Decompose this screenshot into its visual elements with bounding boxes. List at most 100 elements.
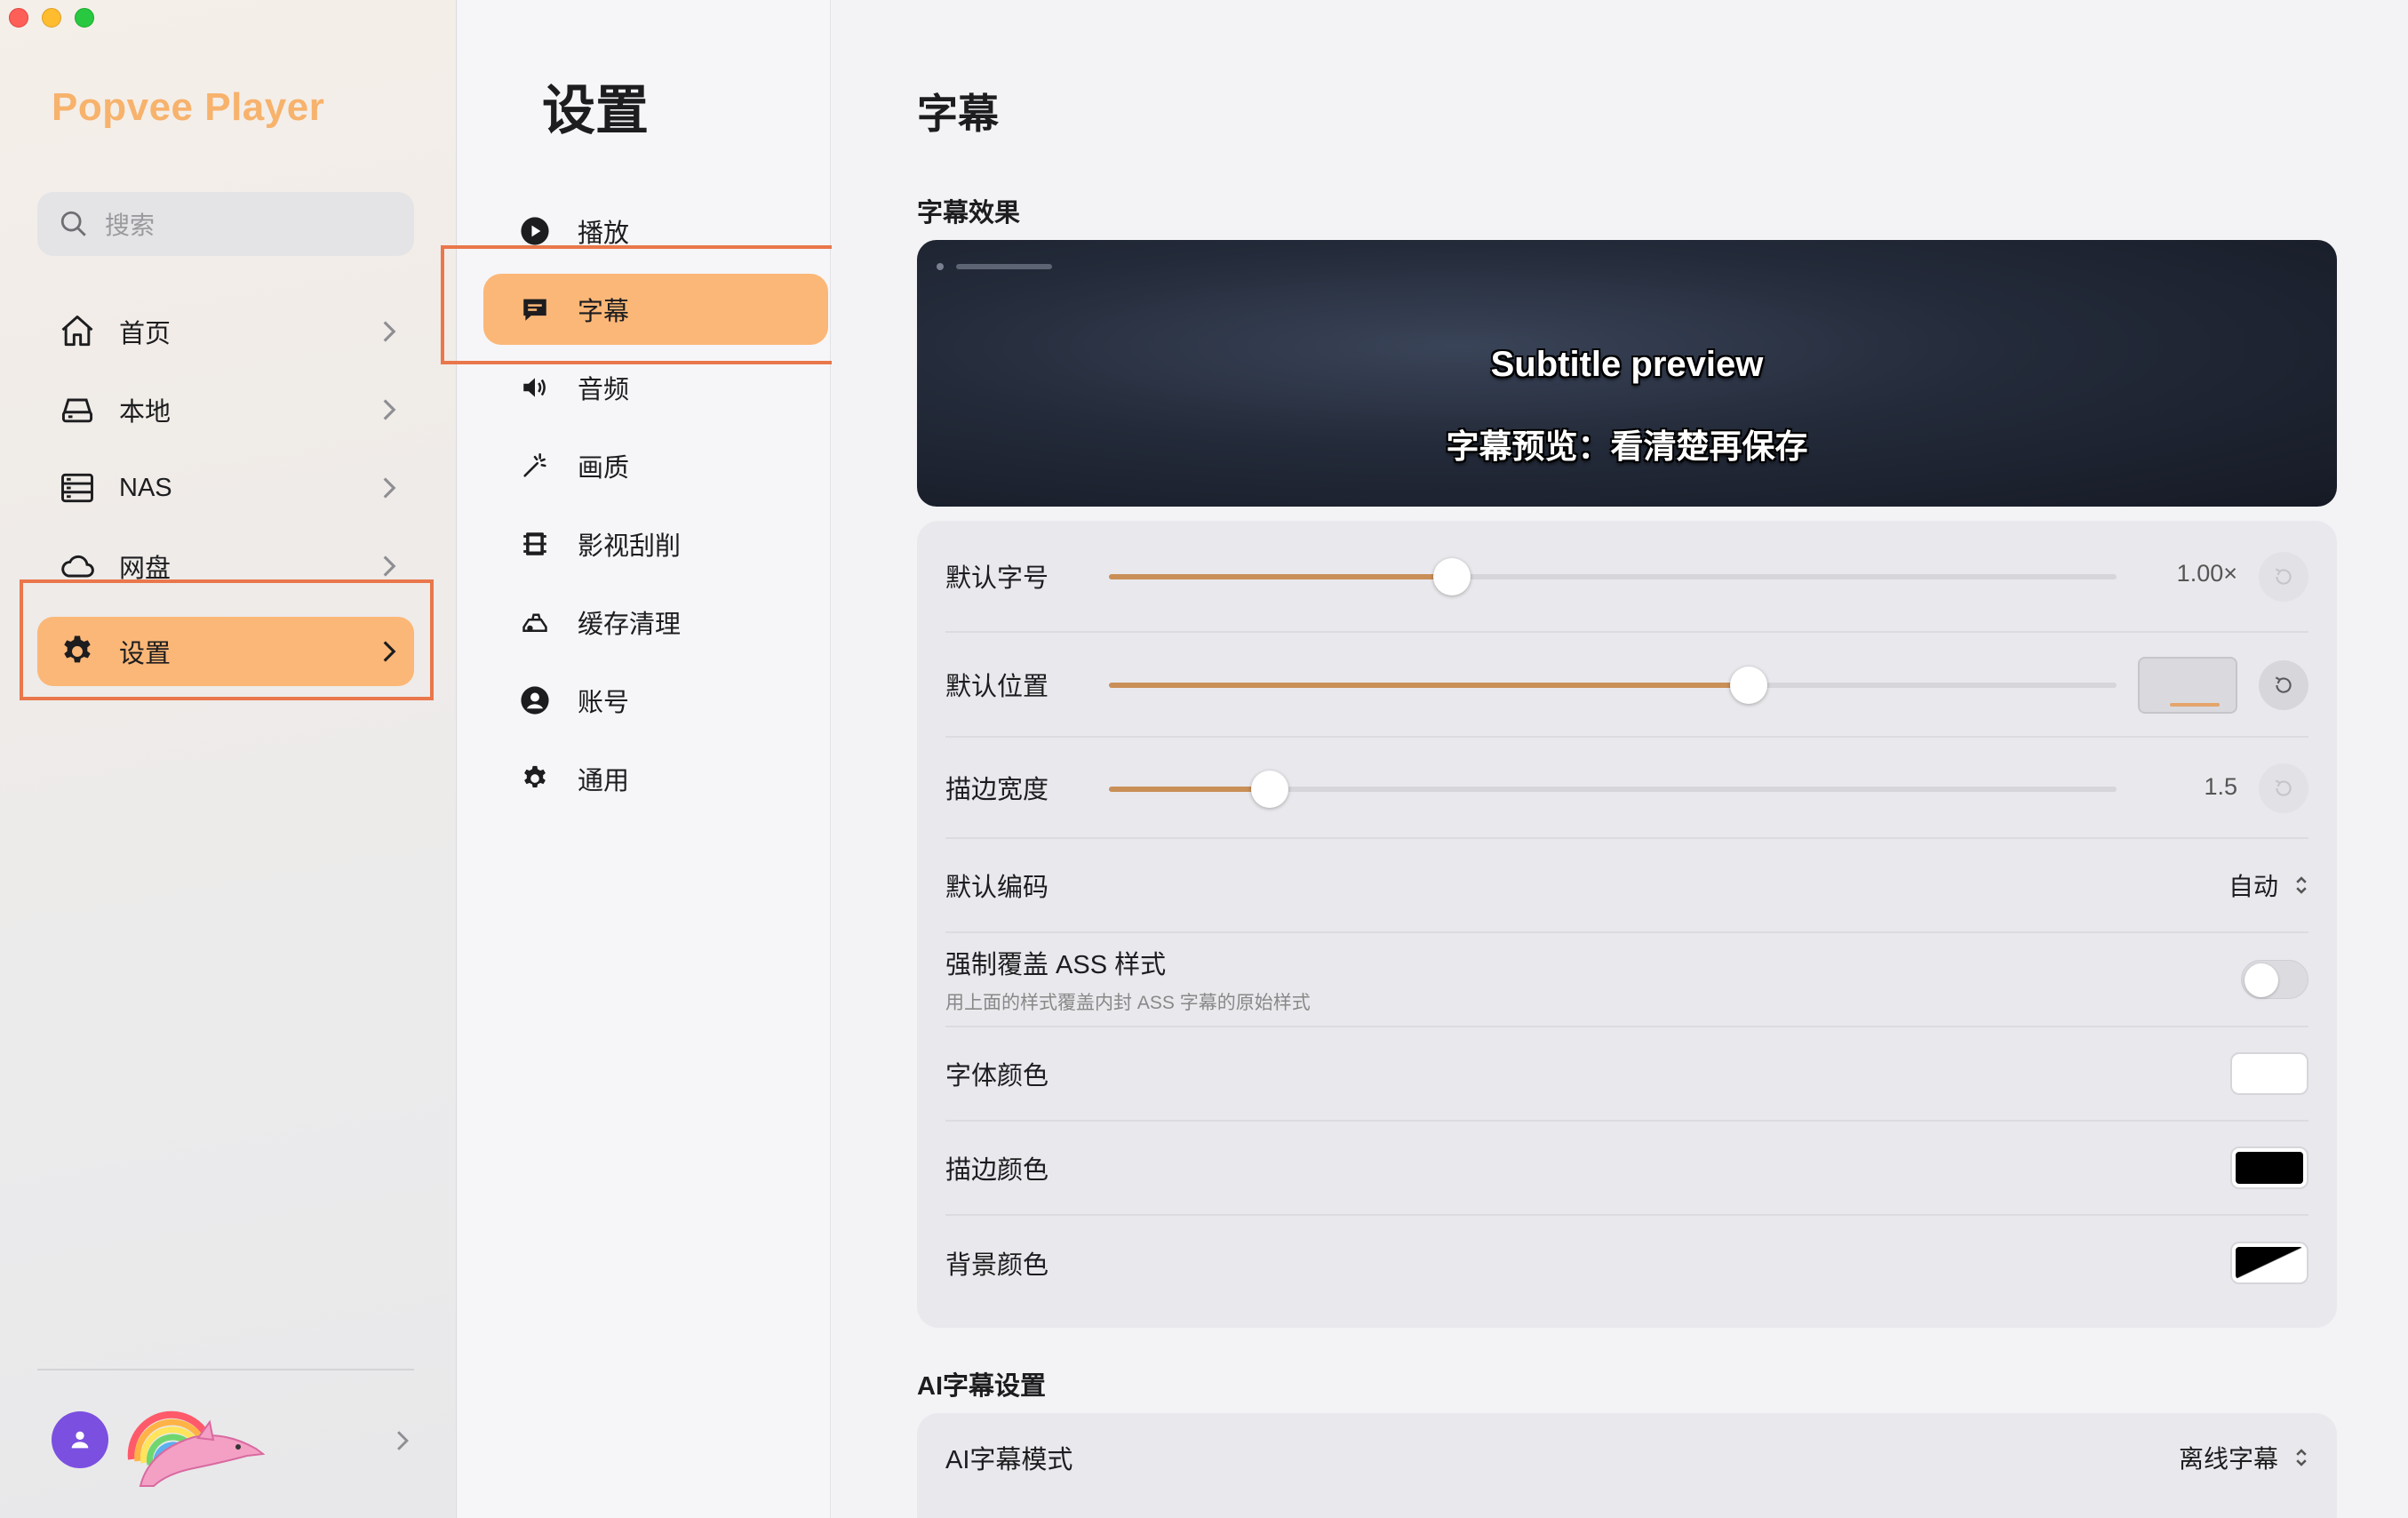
section-title-ai: AI字幕设置 [917, 1372, 1047, 1401]
sidebar-item-label: NAS [119, 473, 172, 502]
sidebar-item-local[interactable]: 本地 [37, 375, 414, 444]
drive-icon [57, 389, 98, 430]
dolphin-mascot-icon [127, 1410, 265, 1487]
font-size-value: 1.00× [2176, 560, 2237, 587]
settings-tab-quality[interactable]: 画质 [483, 430, 828, 501]
stroke-width-label: 描边宽度 [945, 776, 1049, 804]
font-color-label: 字体颜色 [945, 1062, 1049, 1091]
reset-icon [2275, 779, 2292, 796]
reset-icon [2275, 568, 2292, 585]
settings-tab-label: 播放 [578, 220, 630, 248]
chevron-right-icon [397, 1431, 409, 1450]
stroke-color-swatch[interactable] [2230, 1146, 2308, 1189]
ai-mode-label: AI字幕模式 [945, 1446, 1073, 1474]
subtitle-preview: Subtitle preview 字幕预览：看清楚再保存 [917, 240, 2337, 507]
settings-nav-panel: 设置 播放 字幕 音频 画质 影视刮削 缓存清理 账号 通用 [458, 0, 831, 1518]
bg-color-swatch[interactable] [2230, 1242, 2308, 1284]
server-icon [57, 467, 98, 508]
font-size-slider-fill [1109, 574, 1452, 579]
row-stroke-width: 描边宽度 1.5 [945, 738, 2308, 839]
ai-subtitle-card: AI字幕模式 离线字幕 [917, 1413, 2337, 1518]
sidebar-item-nas[interactable]: NAS [37, 453, 414, 523]
cleanup-icon [519, 606, 551, 638]
row-ai-mode: AI字幕模式 离线字幕 [945, 1413, 2308, 1502]
speaker-icon [519, 372, 551, 403]
settings-tab-label: 画质 [578, 454, 630, 483]
row-force-ass: 强制覆盖 ASS 样式 用上面的样式覆盖内封 ASS 字幕的原始样式 [945, 933, 2308, 1027]
settings-tab-account[interactable]: 账号 [483, 665, 828, 736]
page-title: 字幕 [917, 91, 999, 137]
settings-tab-label: 账号 [578, 689, 630, 717]
sidebar-item-label: 本地 [119, 398, 171, 427]
font-size-label: 默认字号 [945, 564, 1049, 593]
subtitle-settings-page: 字幕 字幕效果 Subtitle preview 字幕预览：看清楚再保存 默认字… [832, 0, 2408, 1518]
chevron-up-down-icon [2296, 1449, 2307, 1466]
sidebar-item-home[interactable]: 首页 [37, 297, 414, 366]
film-icon [519, 528, 551, 560]
stroke-width-slider-fill [1109, 787, 1271, 792]
row-encoding: 默认编码 自动 [945, 839, 2308, 933]
position-slider[interactable] [1109, 667, 2117, 704]
position-label: 默认位置 [945, 673, 1049, 701]
stroke-width-slider-thumb[interactable] [1251, 771, 1289, 808]
force-ass-description: 用上面的样式覆盖内封 ASS 字幕的原始样式 [945, 993, 1311, 1013]
chevron-right-icon [383, 399, 396, 420]
highlight-box-subtitle-tab [441, 245, 853, 364]
font-size-slider-thumb[interactable] [1432, 558, 1471, 595]
search-icon [60, 211, 86, 236]
stroke-width-slider[interactable] [1109, 771, 2117, 808]
stroke-width-value: 1.5 [2204, 773, 2237, 800]
close-window-button[interactable] [9, 8, 28, 28]
row-font-size: 默认字号 1.00× [945, 521, 2308, 633]
row-position: 默认位置 [945, 633, 2308, 738]
magic-wand-icon [519, 450, 551, 482]
force-ass-toggle[interactable] [2241, 960, 2308, 999]
account-icon [519, 684, 551, 716]
settings-tab-label: 音频 [578, 376, 630, 404]
chevron-right-icon [383, 555, 396, 577]
subtitle-style-card: 默认字号 1.00× 默认位置 描边宽度 1.5 默认编码 自动 强制覆盖 AS… [917, 521, 2337, 1328]
user-profile-row[interactable] [52, 1397, 411, 1487]
position-slider-thumb[interactable] [1730, 667, 1768, 704]
ai-mode-select[interactable]: 离线字幕 [2179, 1440, 2308, 1475]
zoom-window-button[interactable] [75, 8, 94, 28]
chevron-right-icon [383, 321, 396, 342]
position-preview-box [2138, 657, 2237, 714]
sidebar-item-label: 首页 [119, 320, 171, 348]
stroke-width-reset-button[interactable] [2259, 763, 2308, 813]
play-icon [519, 215, 551, 247]
font-size-slider[interactable] [1109, 558, 2117, 595]
chevron-right-icon [383, 477, 396, 499]
font-color-swatch[interactable] [2230, 1052, 2308, 1095]
preview-line-english: Subtitle preview [1490, 345, 1764, 384]
search-input[interactable]: 搜索 [37, 192, 414, 256]
bg-color-label: 背景颜色 [945, 1251, 1049, 1280]
row-font-color: 字体颜色 [945, 1027, 2308, 1122]
sidebar: Popvee Player 搜索 首页 本地 NAS 网盘 设置 [0, 0, 457, 1518]
force-ass-text: 强制覆盖 ASS 样式 用上面的样式覆盖内封 ASS 字幕的原始样式 [945, 944, 1311, 1015]
encoding-select[interactable]: 自动 [2229, 867, 2308, 903]
user-icon [71, 1431, 89, 1449]
settings-title: 设置 [542, 81, 649, 140]
window-controls [9, 8, 94, 28]
encoding-label: 默认编码 [945, 874, 1049, 902]
stroke-color-label: 描边颜色 [945, 1156, 1049, 1185]
sidebar-divider [37, 1369, 414, 1370]
chevron-up-down-icon [2296, 876, 2307, 894]
ai-mode-value: 离线字幕 [2178, 1445, 2278, 1473]
settings-tab-scraper[interactable]: 影视刮削 [483, 508, 828, 579]
row-bg-color: 背景颜色 [945, 1216, 2308, 1310]
force-ass-label: 强制覆盖 ASS 样式 [945, 951, 1167, 979]
section-title-effects: 字幕效果 [917, 199, 1021, 228]
minimize-window-button[interactable] [42, 8, 61, 28]
settings-tab-general[interactable]: 通用 [483, 743, 828, 814]
highlight-box-sidebar-settings [20, 579, 434, 700]
font-size-reset-button[interactable] [2259, 552, 2308, 602]
encoding-value: 自动 [2228, 873, 2278, 900]
row-stroke-color: 描边颜色 [945, 1122, 2308, 1216]
app-logo: Popvee Player [52, 85, 325, 129]
position-reset-button[interactable] [2259, 660, 2308, 710]
settings-tab-cache[interactable]: 缓存清理 [483, 587, 828, 658]
preview-progress-indicator [937, 263, 1052, 270]
gear-icon [519, 763, 551, 795]
